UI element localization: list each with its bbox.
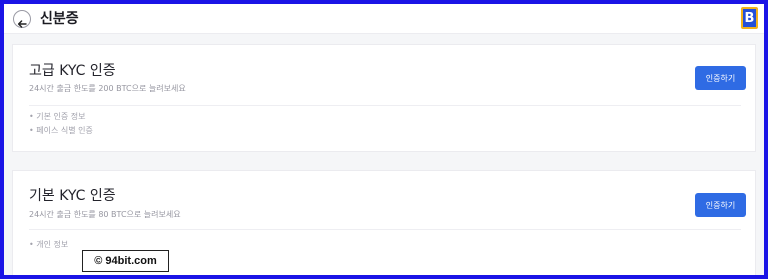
brand-logo: B <box>741 7 758 29</box>
divider <box>29 229 741 230</box>
card-subtitle: 24시간 출금 한도를 80 BTC으로 늘려보세요 <box>29 210 181 219</box>
app-window: 신분증 B 고급 KYC 인증 24시간 출금 한도를 200 BTC으로 늘려… <box>4 4 764 275</box>
kyc-advanced-card: 고급 KYC 인증 24시간 출금 한도를 200 BTC으로 늘려보세요 인증… <box>12 44 756 152</box>
page-title: 신분증 <box>40 11 79 27</box>
arrow-left-icon <box>17 14 27 28</box>
divider <box>29 105 741 106</box>
verify-advanced-button[interactable]: 인증하기 <box>695 66 746 90</box>
requirement-item: • 기본 인증 정보 <box>29 112 86 121</box>
requirement-item: • 개인 정보 <box>29 240 69 249</box>
card-title: 기본 KYC 인증 <box>29 188 116 204</box>
top-bar: 신분증 B <box>4 4 764 34</box>
verify-basic-button[interactable]: 인증하기 <box>695 193 746 217</box>
card-subtitle: 24시간 출금 한도를 200 BTC으로 늘려보세요 <box>29 84 186 93</box>
back-button[interactable] <box>13 10 31 28</box>
card-title: 고급 KYC 인증 <box>29 63 116 79</box>
watermark: © 94bit.com <box>82 250 169 272</box>
logo-letter: B <box>744 10 755 26</box>
requirement-item: • 페이스 식별 인증 <box>29 126 93 135</box>
